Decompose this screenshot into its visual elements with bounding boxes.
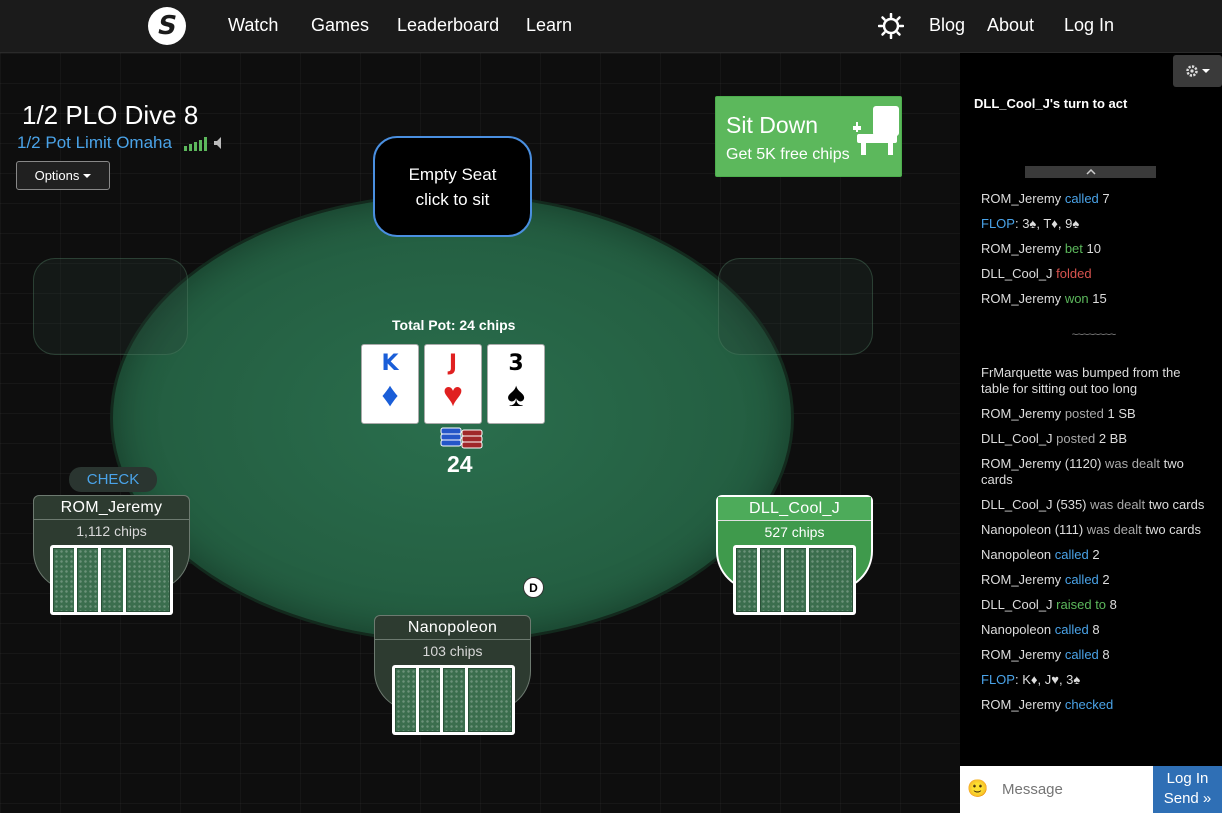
ghost-seat-left[interactable]	[33, 258, 188, 355]
log-collapse-toggle[interactable]	[1025, 166, 1156, 178]
log-line: DLL_Cool_J raised to 8	[981, 597, 1117, 612]
card-back	[465, 665, 515, 735]
log-line: FLOP: 3♠, T♦, 9♠	[981, 216, 1080, 231]
chip-stack-icon	[440, 427, 483, 449]
poker-table-area: 1/2 PLO Dive 8 1/2 Pot Limit Omaha Optio…	[0, 53, 960, 813]
player-hand	[50, 545, 174, 615]
nav-blog[interactable]: Blog	[929, 15, 965, 36]
empty-seat-button[interactable]: Empty Seat click to sit	[373, 136, 532, 237]
ghost-seat-right[interactable]	[718, 258, 873, 355]
chevron-up-icon	[1085, 169, 1096, 175]
send-button[interactable]: Log In Send »	[1153, 766, 1222, 813]
nav-games[interactable]: Games	[311, 15, 369, 36]
settings-button[interactable]	[1173, 55, 1222, 87]
spade-suit-icon: ♠	[506, 376, 526, 414]
chat-log-panel: DLL_Cool_J's turn to act ROM_Jeremy call…	[960, 53, 1222, 813]
card-back	[123, 545, 173, 615]
log-line: ROM_Jeremy called 2	[981, 572, 1110, 587]
nav-watch[interactable]: Watch	[228, 15, 278, 36]
turn-indicator: DLL_Cool_J's turn to act	[974, 96, 1128, 111]
nav-about[interactable]: About	[987, 15, 1034, 36]
sit-down-subtitle: Get 5K free chips	[726, 146, 850, 163]
log-line: ROM_Jeremy called 7	[981, 191, 1110, 206]
log-line: DLL_Cool_J posted 2 BB	[981, 431, 1128, 446]
player-hand	[733, 545, 857, 615]
board-card-1: K ♦	[361, 344, 419, 424]
player-hand	[392, 665, 516, 735]
speaker-icon[interactable]	[213, 136, 227, 150]
heart-suit-icon: ♥	[442, 376, 464, 414]
log-separator: ~~~~~~~~	[1071, 329, 1116, 341]
card-back	[806, 545, 856, 615]
sun-icon[interactable]	[878, 13, 904, 39]
site-logo[interactable]: S	[148, 7, 186, 45]
log-line: Nanopoleon (111) was dealt two cards	[981, 522, 1201, 537]
send-button-line2: Send »	[1163, 790, 1212, 807]
diamond-suit-icon: ♦	[381, 376, 399, 414]
player-chip-count: 527 chips	[764, 524, 825, 540]
chat-bar: 🙂 Log In Send »	[960, 766, 1222, 813]
player-chip-count: 1,112 chips	[76, 523, 147, 539]
pot-amount: 24	[447, 451, 473, 477]
table-title: 1/2 PLO Dive 8	[22, 100, 199, 130]
total-pot-label: Total Pot: 24 chips	[392, 317, 516, 333]
caret-down-icon	[1202, 69, 1210, 73]
player-action-badge: CHECK	[69, 467, 157, 492]
nav-learn[interactable]: Learn	[526, 15, 572, 36]
options-button[interactable]: Options	[16, 161, 110, 190]
sit-down-title: Sit Down	[726, 112, 819, 138]
empty-seat-label: Empty Seat	[408, 164, 497, 184]
emoji-icon[interactable]: 🙂	[967, 779, 988, 799]
nav-login[interactable]: Log In	[1064, 15, 1114, 36]
nav-leaderboard[interactable]: Leaderboard	[397, 15, 499, 36]
log-line: Nanopoleon called 2	[981, 547, 1100, 562]
caret-down-icon	[83, 173, 92, 178]
log-line: ROM_Jeremy posted 1 SB	[981, 406, 1136, 421]
chat-message-input[interactable]	[1002, 766, 1152, 813]
log-line: ROM_Jeremy called 8	[981, 647, 1110, 662]
card-rank: J	[448, 351, 458, 376]
sit-down-button[interactable]: Sit Down Get 5K free chips	[715, 96, 902, 177]
log-line: DLL_Cool_J (535) was dealt two cards	[981, 497, 1205, 512]
player-chip-count: 103 chips	[422, 643, 483, 659]
board-card-3: 3 ♠	[487, 344, 545, 424]
player-name: Nanopoleon	[375, 616, 530, 640]
log-line: ROM_Jeremy (1120) was dealt two cards	[981, 456, 1184, 487]
empty-seat-hint: click to sit	[415, 189, 490, 209]
table-game-type: 1/2 Pot Limit Omaha	[17, 133, 172, 152]
send-button-line1: Log In	[1166, 770, 1209, 787]
log-line: FrMarquette was bumped from the table fo…	[981, 365, 1181, 396]
player-name: ROM_Jeremy	[34, 496, 189, 520]
hand-log: ROM_Jeremy called 7 FLOP: 3♠, T♦, 9♠ ROM…	[981, 191, 1206, 722]
card-rank: 3	[508, 351, 524, 376]
log-line: Nanopoleon called 8	[981, 622, 1100, 637]
board-card-2: J ♥	[424, 344, 482, 424]
top-navbar: S Watch Games Leaderboard Learn Blog Abo…	[0, 0, 1222, 53]
gear-icon	[1186, 65, 1198, 77]
chair-icon	[853, 106, 899, 155]
card-rank: K	[381, 351, 399, 376]
log-line: ROM_Jeremy checked	[981, 697, 1114, 712]
dealer-button: D	[523, 577, 544, 598]
log-line: ROM_Jeremy bet 10	[981, 241, 1101, 256]
log-line: DLL_Cool_J folded	[981, 266, 1092, 281]
log-line: FLOP: K♦, J♥, 3♠	[981, 672, 1081, 687]
player-name: DLL_Cool_J	[718, 497, 871, 521]
log-line: ROM_Jeremy won 15	[981, 291, 1107, 306]
signal-strength-icon	[184, 137, 207, 151]
